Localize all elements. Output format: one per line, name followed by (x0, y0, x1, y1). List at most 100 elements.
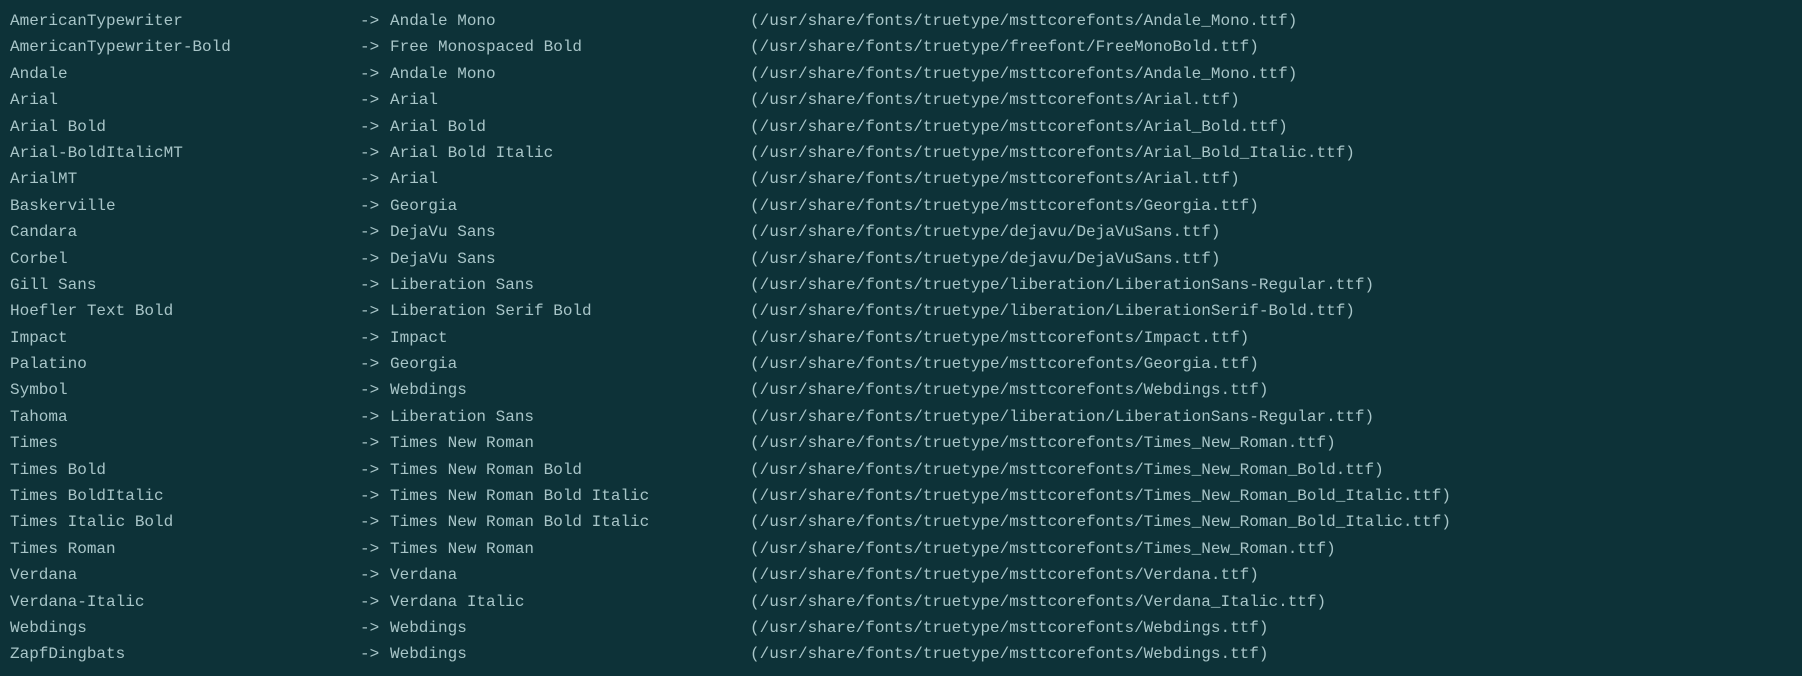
font-mapping-line: Symbol->Webdings(/usr/share/fonts/truety… (10, 377, 1792, 403)
source-font: Gill Sans (10, 272, 360, 298)
arrow-icon: -> (360, 483, 390, 509)
font-mapping-line: Candara->DejaVu Sans(/usr/share/fonts/tr… (10, 219, 1792, 245)
arrow-icon: -> (360, 562, 390, 588)
font-path: (/usr/share/fonts/truetype/liberation/Li… (750, 298, 1355, 324)
source-font: Arial-BoldItalicMT (10, 140, 360, 166)
source-font: Candara (10, 219, 360, 245)
font-path: (/usr/share/fonts/truetype/msttcorefonts… (750, 641, 1268, 667)
target-font: Arial (390, 166, 750, 192)
font-mapping-line: Times Italic Bold->Times New Roman Bold … (10, 509, 1792, 535)
arrow-icon: -> (360, 641, 390, 667)
font-path: (/usr/share/fonts/truetype/liberation/Li… (750, 404, 1374, 430)
arrow-icon: -> (360, 298, 390, 324)
source-font: Symbol (10, 377, 360, 403)
target-font: Andale Mono (390, 61, 750, 87)
source-font: Webdings (10, 615, 360, 641)
source-font: ArialMT (10, 166, 360, 192)
arrow-icon: -> (360, 114, 390, 140)
font-mapping-line: Verdana-Italic->Verdana Italic(/usr/shar… (10, 589, 1792, 615)
font-mapping-line: Andale->Andale Mono(/usr/share/fonts/tru… (10, 61, 1792, 87)
font-path: (/usr/share/fonts/truetype/msttcorefonts… (750, 536, 1336, 562)
source-font: Times Bold (10, 457, 360, 483)
target-font: Impact (390, 325, 750, 351)
font-mapping-line: Arial->Arial(/usr/share/fonts/truetype/m… (10, 87, 1792, 113)
source-font: Arial Bold (10, 114, 360, 140)
font-path: (/usr/share/fonts/truetype/msttcorefonts… (750, 61, 1297, 87)
source-font: Corbel (10, 246, 360, 272)
source-font: Verdana (10, 562, 360, 588)
arrow-icon: -> (360, 536, 390, 562)
font-mapping-line: Gill Sans->Liberation Sans(/usr/share/fo… (10, 272, 1792, 298)
font-mapping-line: Corbel->DejaVu Sans(/usr/share/fonts/tru… (10, 246, 1792, 272)
font-path: (/usr/share/fonts/truetype/msttcorefonts… (750, 166, 1240, 192)
font-mapping-line: Times Roman->Times New Roman(/usr/share/… (10, 536, 1792, 562)
font-path: (/usr/share/fonts/truetype/msttcorefonts… (750, 509, 1451, 535)
font-mapping-line: AmericanTypewriter->Andale Mono(/usr/sha… (10, 8, 1792, 34)
source-font: Palatino (10, 351, 360, 377)
arrow-icon: -> (360, 166, 390, 192)
font-path: (/usr/share/fonts/truetype/msttcorefonts… (750, 114, 1288, 140)
target-font: Arial Bold (390, 114, 750, 140)
font-path: (/usr/share/fonts/truetype/msttcorefonts… (750, 483, 1451, 509)
terminal-output[interactable]: AmericanTypewriter->Andale Mono(/usr/sha… (10, 8, 1792, 668)
source-font: AmericanTypewriter (10, 8, 360, 34)
arrow-icon: -> (360, 87, 390, 113)
arrow-icon: -> (360, 509, 390, 535)
font-mapping-line: ArialMT->Arial(/usr/share/fonts/truetype… (10, 166, 1792, 192)
target-font: Times New Roman Bold Italic (390, 509, 750, 535)
target-font: Free Monospaced Bold (390, 34, 750, 60)
font-path: (/usr/share/fonts/truetype/msttcorefonts… (750, 8, 1297, 34)
arrow-icon: -> (360, 34, 390, 60)
target-font: Verdana Italic (390, 589, 750, 615)
font-path: (/usr/share/fonts/truetype/msttcorefonts… (750, 325, 1249, 351)
font-path: (/usr/share/fonts/truetype/msttcorefonts… (750, 589, 1326, 615)
font-path: (/usr/share/fonts/truetype/msttcorefonts… (750, 562, 1259, 588)
arrow-icon: -> (360, 351, 390, 377)
source-font: Times BoldItalic (10, 483, 360, 509)
target-font: Andale Mono (390, 8, 750, 34)
arrow-icon: -> (360, 140, 390, 166)
font-path: (/usr/share/fonts/truetype/msttcorefonts… (750, 351, 1259, 377)
font-path: (/usr/share/fonts/truetype/msttcorefonts… (750, 193, 1259, 219)
arrow-icon: -> (360, 219, 390, 245)
font-mapping-line: Arial Bold->Arial Bold(/usr/share/fonts/… (10, 114, 1792, 140)
arrow-icon: -> (360, 246, 390, 272)
arrow-icon: -> (360, 589, 390, 615)
font-path: (/usr/share/fonts/truetype/msttcorefonts… (750, 87, 1240, 113)
source-font: ZapfDingbats (10, 641, 360, 667)
target-font: Webdings (390, 615, 750, 641)
arrow-icon: -> (360, 193, 390, 219)
arrow-icon: -> (360, 8, 390, 34)
arrow-icon: -> (360, 61, 390, 87)
source-font: Times Italic Bold (10, 509, 360, 535)
font-mapping-line: Verdana->Verdana(/usr/share/fonts/truety… (10, 562, 1792, 588)
source-font: Times (10, 430, 360, 456)
target-font: Liberation Sans (390, 272, 750, 298)
arrow-icon: -> (360, 377, 390, 403)
font-mapping-line: AmericanTypewriter-Bold->Free Monospaced… (10, 34, 1792, 60)
source-font: Baskerville (10, 193, 360, 219)
source-font: AmericanTypewriter-Bold (10, 34, 360, 60)
target-font: DejaVu Sans (390, 219, 750, 245)
target-font: Liberation Serif Bold (390, 298, 750, 324)
target-font: Arial Bold Italic (390, 140, 750, 166)
target-font: Liberation Sans (390, 404, 750, 430)
font-mapping-line: ZapfDingbats->Webdings(/usr/share/fonts/… (10, 641, 1792, 667)
font-path: (/usr/share/fonts/truetype/msttcorefonts… (750, 377, 1268, 403)
target-font: Times New Roman (390, 430, 750, 456)
target-font: Georgia (390, 351, 750, 377)
font-mapping-line: Baskerville->Georgia(/usr/share/fonts/tr… (10, 193, 1792, 219)
font-path: (/usr/share/fonts/truetype/msttcorefonts… (750, 615, 1268, 641)
target-font: Times New Roman Bold Italic (390, 483, 750, 509)
source-font: Tahoma (10, 404, 360, 430)
font-mapping-line: Impact->Impact(/usr/share/fonts/truetype… (10, 325, 1792, 351)
font-path: (/usr/share/fonts/truetype/msttcorefonts… (750, 140, 1355, 166)
source-font: Verdana-Italic (10, 589, 360, 615)
arrow-icon: -> (360, 272, 390, 298)
font-path: (/usr/share/fonts/truetype/liberation/Li… (750, 272, 1374, 298)
arrow-icon: -> (360, 404, 390, 430)
font-mapping-line: Webdings->Webdings(/usr/share/fonts/true… (10, 615, 1792, 641)
font-path: (/usr/share/fonts/truetype/dejavu/DejaVu… (750, 246, 1220, 272)
source-font: Hoefler Text Bold (10, 298, 360, 324)
font-path: (/usr/share/fonts/truetype/msttcorefonts… (750, 430, 1336, 456)
